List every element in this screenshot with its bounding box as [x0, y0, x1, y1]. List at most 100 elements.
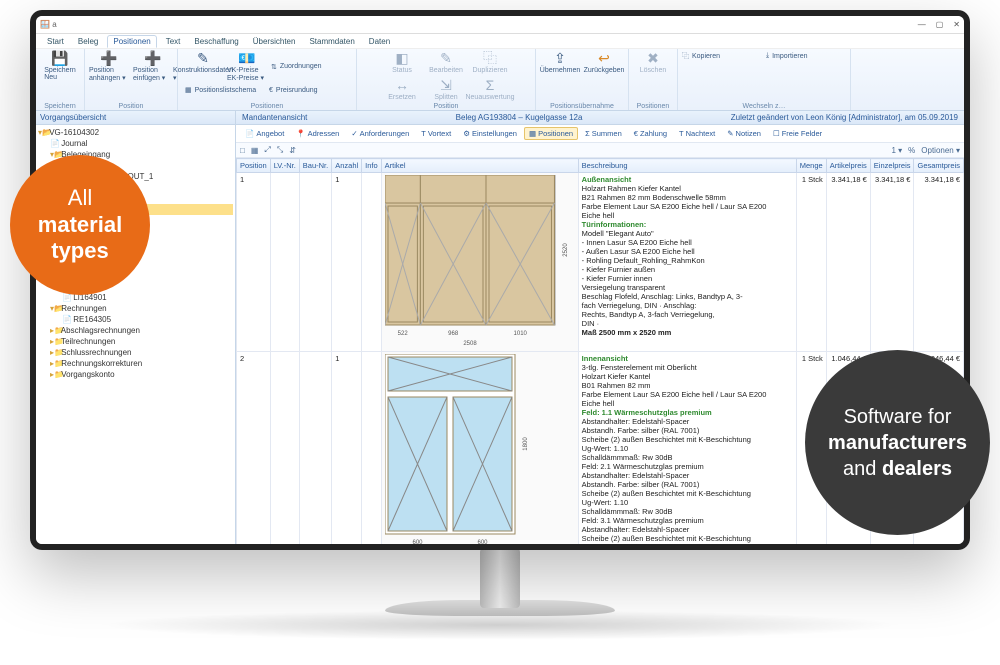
ribbon-position-anh-ngen-[interactable]: ➕Position anhängen ▾	[89, 51, 129, 82]
ribbon-bearbeiten[interactable]: ✎Bearbeiten	[426, 51, 466, 74]
col-menge[interactable]: Menge	[796, 159, 826, 173]
col-info[interactable]: Info	[362, 159, 382, 173]
menu-text[interactable]: Text	[161, 36, 186, 47]
badge-software-for: Software for manufacturers and dealers	[805, 350, 990, 535]
grid-tool-3[interactable]: ⤡	[277, 145, 283, 155]
ribbon-neuauswertung[interactable]: ΣNeuauswertung	[470, 78, 510, 101]
grid-tool-0[interactable]: □	[240, 146, 245, 155]
ribbon-vk-preise-ek-preise-[interactable]: 💶VK-Preise EK-Preise ▾	[227, 51, 267, 82]
col-lv-nr-[interactable]: LV.-Nr.	[270, 159, 299, 173]
tree-node-rechnungskorrekturen[interactable]: ▸📁 Rechnungskorrekturen	[38, 358, 233, 369]
tree-node-vorgangskonto[interactable]: ▸📁 Vorgangskonto	[38, 369, 233, 380]
svg-text:1010: 1010	[513, 331, 527, 337]
menu-bar: Start Beleg Positionen TextBeschaffung Übers…	[36, 34, 964, 49]
menu-beleg[interactable]: Beleg	[73, 36, 103, 47]
ribbon-duplizieren[interactable]: ⿻Duplizieren	[470, 51, 510, 74]
svg-text:600: 600	[477, 540, 488, 544]
tree-node-rechnungen[interactable]: ▾📂 Rechnungen	[38, 303, 233, 314]
document-icon: 📄	[50, 139, 59, 148]
maximize-button[interactable]: ▢	[936, 20, 944, 29]
folder-icon: ▾📂	[38, 128, 47, 137]
ribbon-importieren[interactable]: ⤓Importieren	[766, 51, 846, 61]
tab-positionen[interactable]: ▦Positionen	[524, 127, 578, 140]
minimize-button[interactable]: —	[918, 20, 926, 29]
menu-beschaffung[interactable]: Beschaffung	[189, 36, 243, 47]
col-position[interactable]: Position	[237, 159, 271, 173]
tree-node-vg-16104302[interactable]: ▾📂 VG-16104302	[38, 127, 233, 138]
ribbon-zur-ckgeben[interactable]: ↩Zurückgeben	[584, 51, 624, 74]
ribbon: 💾SpeichernNeuSpeichern➕Position anhängen…	[36, 49, 964, 111]
col-anzahl[interactable]: Anzahl	[332, 159, 362, 173]
col-gesamtpreis[interactable]: Gesamtpreis	[914, 159, 964, 173]
ribbon-l-schen[interactable]: ✖Löschen	[633, 51, 673, 74]
window-titlebar: 🪟 a — ▢ ✕	[36, 16, 964, 34]
svg-text:2508: 2508	[463, 341, 477, 347]
col-bau-nr-[interactable]: Bau-Nr.	[299, 159, 331, 173]
svg-text:2520: 2520	[563, 243, 569, 257]
svg-text:522: 522	[397, 331, 408, 337]
folder-icon: ▸📁	[50, 337, 59, 346]
tab-summen[interactable]: ΣSummen	[580, 127, 627, 140]
grid-tool-4[interactable]: ⇵	[289, 146, 296, 155]
menu-daten[interactable]: Daten	[364, 36, 395, 47]
tree-node-journal[interactable]: 📄 Journal	[38, 138, 233, 149]
ribbon-positionslistschema[interactable]: ▦Positionslistschema	[185, 86, 265, 94]
folder-icon: ▾📂	[50, 304, 59, 313]
tab-notizen[interactable]: ✎Notizen	[722, 127, 766, 140]
col-artikel[interactable]: Artikel	[381, 159, 578, 173]
badge-material-types: All material types	[10, 155, 150, 295]
tab-nachtext[interactable]: TNachtext	[674, 127, 720, 140]
tree-node-schlussrechnungen[interactable]: ▸📁 Schlussrechnungen	[38, 347, 233, 358]
ribbon-status[interactable]: ◧Status	[382, 51, 422, 74]
document-icon: 📄	[62, 315, 71, 324]
article-drawing: 60060012001800	[385, 354, 535, 544]
ribbon-kopieren[interactable]: ⿻Kopieren	[682, 51, 762, 61]
breadcrumb: Mandantenansicht Beleg AG193804 – Kugelg…	[236, 111, 964, 125]
tree-node-re164305[interactable]: 📄 RE164305	[38, 314, 233, 325]
folder-icon: ▸📁	[50, 326, 59, 335]
menu-stammdaten[interactable]: Stammdaten	[304, 36, 359, 47]
ribbon-position-einf-gen-[interactable]: ➕Position einfügen ▾	[133, 51, 173, 82]
tab-freie-felder[interactable]: ☐Freie Felder	[768, 127, 827, 140]
ribbon-zuordnungen[interactable]: ⇅Zuordnungen	[271, 51, 351, 82]
table-row[interactable]: 11522968101025082520AußenansichtHolzart …	[237, 173, 964, 352]
ribbon-speichern-neu[interactable]: 💾SpeichernNeu	[40, 51, 80, 81]
tree-node-teilrechnungen[interactable]: ▸📁 Teilrechnungen	[38, 336, 233, 347]
zoom-select[interactable]: 1 ▾	[891, 146, 902, 155]
svg-text:1800: 1800	[523, 437, 529, 451]
col-artikelpreis[interactable]: Artikelpreis	[826, 159, 870, 173]
document-tabs: 📄Angebot📍Adressen✓AnforderungenTVortext⚙…	[236, 125, 964, 143]
tab-adressen[interactable]: 📍Adressen	[291, 127, 344, 140]
grid-tool-2[interactable]: ⤢	[264, 145, 270, 155]
breadcrumb-mid: Beleg AG193804 – Kugelgasse 12a	[456, 113, 583, 122]
menu-start[interactable]: Start	[42, 36, 69, 47]
svg-text:968: 968	[448, 331, 459, 337]
menu-übersichten[interactable]: Übersichten	[248, 36, 301, 47]
tab-vortext[interactable]: TVortext	[416, 127, 456, 140]
ribbon-ersetzen[interactable]: ↔Ersetzen	[382, 78, 422, 101]
tree-node-abschlagsrechnungen[interactable]: ▸📁 Abschlagsrechnungen	[38, 325, 233, 336]
grid-toolbar: □ ▦ ⤢ ⤡ ⇵ 1 ▾ % Optionen ▾	[236, 143, 964, 158]
tab-anforderungen[interactable]: ✓Anforderungen	[346, 127, 414, 140]
close-button[interactable]: ✕	[953, 20, 960, 29]
col-beschreibung[interactable]: Beschreibung	[578, 159, 796, 173]
tab-einstellungen[interactable]: ⚙Einstellungen	[458, 127, 522, 140]
tab-angebot[interactable]: 📄Angebot	[240, 127, 289, 140]
breadcrumb-left: Mandantenansicht	[242, 113, 307, 122]
ribbon-preisrundung[interactable]: €Preisrundung	[269, 86, 349, 94]
ribbon--bernehmen[interactable]: ⇪Übernehmen	[540, 51, 580, 74]
menu-positionen[interactable]: Positionen	[107, 35, 156, 48]
ribbon-konstruktionsdaten-[interactable]: ✎Konstruktionsdaten ▾	[183, 51, 223, 82]
percent-label: %	[908, 146, 915, 155]
options-select[interactable]: Optionen ▾	[921, 146, 960, 155]
folder-icon: ▸📁	[50, 370, 59, 379]
col-einzelpreis[interactable]: Einzelpreis	[870, 159, 914, 173]
svg-text:600: 600	[412, 540, 423, 544]
folder-icon: ▸📁	[50, 348, 59, 357]
app-icon: 🪟 a	[40, 20, 57, 29]
ribbon-splitten[interactable]: ⇲Splitten	[426, 78, 466, 101]
grid-tool-1[interactable]: ▦	[251, 146, 259, 155]
article-drawing: 522 968 1010 2508 2520	[385, 175, 575, 349]
tab-zahlung[interactable]: €Zahlung	[629, 127, 672, 140]
folder-icon: ▸📁	[50, 359, 59, 368]
